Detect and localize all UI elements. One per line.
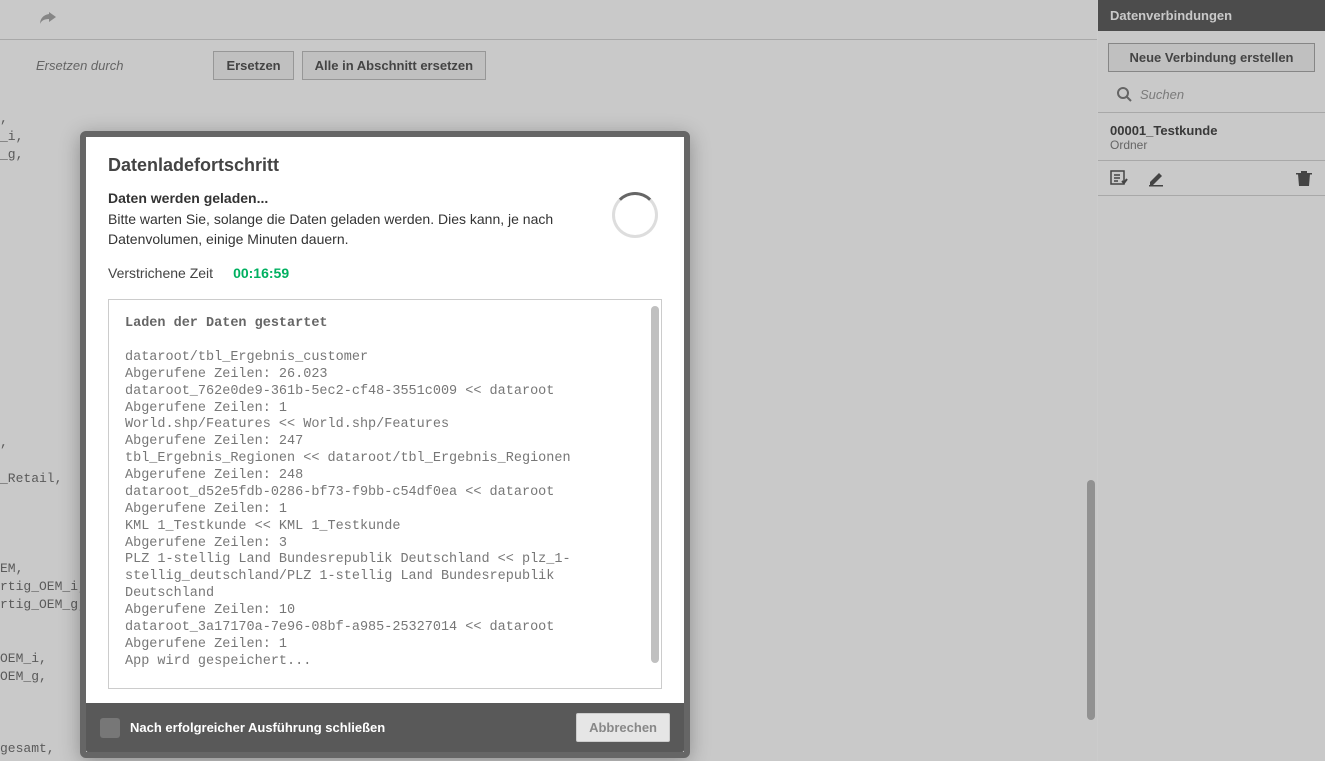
- log-output: Laden der Daten gestartet dataroot/tbl_E…: [108, 299, 662, 689]
- dialog-title: Datenladefortschritt: [108, 155, 662, 176]
- elapsed-time-value: 00:16:59: [233, 265, 289, 281]
- elapsed-time-label: Verstrichene Zeit: [108, 265, 213, 281]
- dialog-footer: Nach erfolgreicher Ausführung schließen …: [86, 703, 684, 752]
- right-panel: Datenverbindungen Neue Verbindung erstel…: [1097, 0, 1325, 761]
- cancel-button[interactable]: Abbrechen: [576, 713, 670, 742]
- log-scrollbar[interactable]: [651, 306, 659, 682]
- right-panel-overlay: [1098, 0, 1325, 761]
- checkbox-label: Nach erfolgreicher Ausführung schließen: [130, 720, 385, 735]
- close-on-success-checkbox[interactable]: Nach erfolgreicher Ausführung schließen: [100, 718, 385, 738]
- loading-status: Daten werden geladen...: [108, 190, 592, 206]
- loading-description: Bitte warten Sie, solange die Daten gela…: [108, 210, 592, 249]
- log-text[interactable]: Laden der Daten gestartet dataroot/tbl_E…: [109, 300, 661, 688]
- data-load-dialog: Datenladefortschritt Daten werden gelade…: [80, 131, 690, 758]
- checkbox-box: [100, 718, 120, 738]
- spinner-icon: [612, 192, 658, 238]
